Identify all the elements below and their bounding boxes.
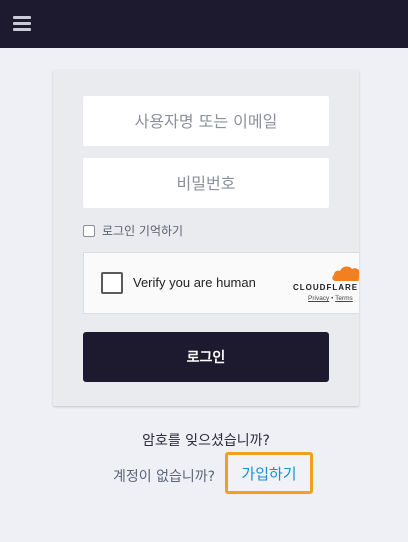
signup-link-label: 가입하기 bbox=[241, 464, 297, 483]
password-input[interactable] bbox=[83, 158, 329, 208]
top-navbar bbox=[0, 0, 408, 48]
captcha-privacy-link[interactable]: Privacy bbox=[308, 295, 329, 302]
forgot-password-link[interactable]: 암호를 잊으셨습니까? bbox=[0, 430, 408, 450]
captcha-links: Privacy • Terms bbox=[308, 295, 353, 302]
captcha-terms-link[interactable]: Terms bbox=[335, 295, 353, 302]
captcha-checkbox[interactable] bbox=[101, 272, 123, 294]
login-card: 로그인 기억하기 Verify you are human CLOUDFLARE… bbox=[53, 70, 359, 406]
cloudflare-cloud-icon bbox=[332, 266, 359, 281]
hamburger-menu-icon[interactable] bbox=[13, 16, 31, 32]
cloudflare-wordmark: CLOUDFLARE bbox=[293, 283, 359, 292]
captcha-widget: Verify you are human CLOUDFLARE Privacy … bbox=[83, 252, 359, 314]
remember-me: 로그인 기억하기 bbox=[83, 222, 183, 239]
remember-me-checkbox[interactable] bbox=[83, 224, 95, 237]
username-input[interactable] bbox=[83, 96, 329, 146]
signup-link[interactable]: 가입하기 bbox=[225, 452, 313, 494]
captcha-link-separator: • bbox=[331, 295, 334, 302]
no-account-text: 계정이 없습니까? bbox=[113, 469, 216, 485]
captcha-label: Verify you are human bbox=[133, 275, 256, 290]
login-button[interactable]: 로그인 bbox=[83, 332, 329, 382]
remember-me-label: 로그인 기억하기 bbox=[102, 224, 184, 238]
